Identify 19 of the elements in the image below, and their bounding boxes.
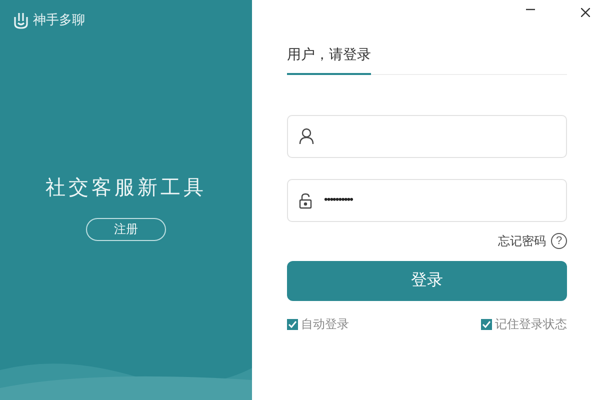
app-name: 神手多聊 (33, 11, 85, 29)
help-button[interactable]: ? (551, 233, 567, 249)
user-icon (299, 128, 314, 145)
login-tab[interactable]: 用户，请登录 (287, 44, 371, 75)
hand-icon (13, 10, 29, 29)
username-field[interactable] (287, 115, 567, 158)
forgot-password-link[interactable]: 忘记密码 (498, 232, 546, 250)
checkbox[interactable] (287, 318, 298, 330)
login-button[interactable]: 登录 (287, 261, 567, 301)
checkbox[interactable] (481, 318, 492, 330)
checkbox-label: 自动登录 (301, 316, 349, 333)
password-value: •••••••••• (324, 193, 353, 208)
register-button[interactable]: 注册 (86, 218, 166, 240)
minimize-icon[interactable] (526, 8, 535, 11)
lock-icon (299, 192, 312, 208)
checkbox-label: 记住登录状态 (495, 316, 567, 333)
close-icon[interactable] (581, 8, 590, 17)
password-field[interactable]: •••••••••• (287, 179, 567, 222)
slogan: 社交客服新工具 (46, 174, 206, 200)
